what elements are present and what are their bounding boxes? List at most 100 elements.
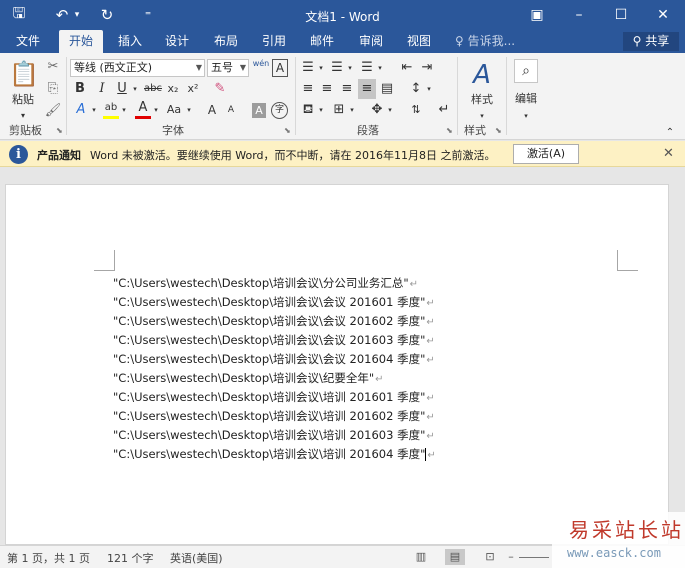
- copy-icon[interactable]: ⎘: [44, 80, 62, 98]
- change-case-dropdown-icon[interactable]: ▾: [185, 101, 193, 119]
- change-case-icon[interactable]: Aa: [164, 101, 184, 119]
- tab-home[interactable]: 开始: [59, 30, 103, 53]
- editing-dropdown-icon[interactable]: ▾: [521, 107, 531, 125]
- tab-mailings[interactable]: 邮件: [300, 30, 344, 53]
- strikethrough-button[interactable]: abc: [143, 80, 163, 98]
- tab-view[interactable]: 视图: [397, 30, 441, 53]
- shrink-font-icon[interactable]: A: [224, 101, 238, 119]
- document-line[interactable]: "C:\Users\westech\Desktop\培训会议\会议 201604…: [113, 350, 436, 369]
- character-border-icon[interactable]: A: [272, 59, 288, 77]
- tell-me-box[interactable]: ♀ 告诉我...: [455, 30, 515, 53]
- font-color-icon[interactable]: A: [135, 101, 151, 119]
- vertical-scrollbar[interactable]: [677, 167, 685, 545]
- maximize-button[interactable]: ☐: [600, 0, 642, 30]
- paste-icon[interactable]: 📋: [9, 59, 39, 89]
- text-effects-dropdown-icon[interactable]: ▾: [90, 101, 98, 119]
- phonetic-guide-icon[interactable]: wén: [252, 59, 270, 77]
- document-line[interactable]: "C:\Users\westech\Desktop\培训会议\会议 201603…: [113, 331, 436, 350]
- document-line[interactable]: "C:\Users\westech\Desktop\培训会议\培训 201604…: [113, 445, 436, 464]
- document-body[interactable]: "C:\Users\westech\Desktop\培训会议\分公司业务汇总"↵…: [113, 274, 436, 464]
- editing-button-label[interactable]: 编辑: [509, 90, 543, 106]
- close-button[interactable]: ✕: [642, 0, 684, 30]
- borders-icon[interactable]: ⊞: [331, 101, 347, 119]
- bold-button[interactable]: B: [73, 80, 87, 98]
- zoom-out-icon[interactable]: –: [506, 549, 516, 565]
- line-spacing-dropdown-icon[interactable]: ▾: [425, 80, 433, 98]
- bullets-icon[interactable]: ☰: [300, 59, 316, 77]
- numbering-dropdown-icon[interactable]: ▾: [346, 59, 354, 77]
- numbering-icon[interactable]: ☰: [329, 59, 345, 77]
- distributed-icon[interactable]: ▤: [379, 80, 395, 98]
- page-count[interactable]: 第 1 页，共 1 页: [7, 550, 90, 566]
- subscript-button[interactable]: x₂: [165, 80, 181, 98]
- clipboard-launcher-icon[interactable]: ⬊: [56, 126, 63, 135]
- tab-references[interactable]: 引用: [252, 30, 296, 53]
- document-page[interactable]: "C:\Users\westech\Desktop\培训会议\分公司业务汇总"↵…: [5, 184, 669, 545]
- ribbon-display-options-button[interactable]: ▣: [516, 0, 558, 30]
- highlight-color-icon[interactable]: ab: [103, 101, 119, 119]
- tab-review[interactable]: 审阅: [349, 30, 393, 53]
- align-right-icon[interactable]: ≡: [339, 80, 355, 98]
- print-layout-icon[interactable]: ▤: [445, 549, 465, 565]
- tab-design[interactable]: 设计: [155, 30, 199, 53]
- shading-dropdown-icon[interactable]: ▾: [317, 101, 325, 119]
- document-line[interactable]: "C:\Users\westech\Desktop\培训会议\培训 201603…: [113, 426, 436, 445]
- styles-launcher-icon[interactable]: ⬊: [495, 126, 502, 135]
- activate-button[interactable]: 激活(A): [513, 144, 579, 164]
- cut-icon[interactable]: ✂: [44, 58, 62, 76]
- enclose-characters-icon[interactable]: 字: [271, 102, 288, 119]
- styles-button-label[interactable]: 样式: [462, 91, 502, 107]
- borders-dropdown-icon[interactable]: ▾: [348, 101, 356, 119]
- document-line[interactable]: "C:\Users\westech\Desktop\培训会议\会议 201602…: [113, 312, 436, 331]
- character-shading-icon[interactable]: A: [252, 103, 266, 118]
- web-layout-icon[interactable]: ⊡: [480, 549, 500, 565]
- document-line[interactable]: "C:\Users\westech\Desktop\培训会议\会议 201601…: [113, 293, 436, 312]
- underline-dropdown-icon[interactable]: ▾: [131, 80, 139, 98]
- share-button[interactable]: ⚲ 共享: [623, 32, 679, 51]
- format-painter-icon[interactable]: 🖌: [44, 102, 62, 120]
- tab-file[interactable]: 文件: [6, 30, 50, 53]
- document-line[interactable]: "C:\Users\westech\Desktop\培训会议\纪要全年"↵: [113, 369, 436, 388]
- underline-button[interactable]: U: [115, 80, 129, 98]
- chinese-layout-icon[interactable]: ✥: [369, 101, 385, 119]
- align-center-icon[interactable]: ≡: [319, 80, 335, 98]
- line-spacing-icon[interactable]: ↕: [408, 80, 424, 98]
- clear-formatting-icon[interactable]: ✎: [212, 80, 228, 98]
- shading-icon[interactable]: ⛾: [300, 101, 316, 119]
- search-icon[interactable]: ⌕: [514, 59, 538, 83]
- read-mode-icon[interactable]: ▥: [411, 549, 431, 565]
- chinese-layout-dropdown-icon[interactable]: ▾: [386, 101, 394, 119]
- document-line[interactable]: "C:\Users\westech\Desktop\培训会议\培训 201602…: [113, 407, 436, 426]
- italic-button[interactable]: I: [95, 80, 109, 98]
- minimize-button[interactable]: –: [558, 0, 600, 30]
- decrease-indent-icon[interactable]: ⇤: [399, 59, 415, 77]
- show-marks-icon[interactable]: ↵: [437, 101, 451, 119]
- tab-insert[interactable]: 插入: [108, 30, 152, 53]
- font-size-select[interactable]: 五号 ▼: [207, 59, 249, 77]
- font-launcher-icon[interactable]: ⬊: [284, 126, 291, 135]
- justify-icon[interactable]: ≡: [358, 79, 376, 99]
- tab-layout[interactable]: 布局: [204, 30, 248, 53]
- paragraph-launcher-icon[interactable]: ⬊: [446, 126, 453, 135]
- highlight-dropdown-icon[interactable]: ▾: [120, 101, 128, 119]
- superscript-button[interactable]: x²: [185, 80, 201, 98]
- text-effects-icon[interactable]: A: [73, 101, 89, 119]
- close-icon[interactable]: ✕: [663, 146, 674, 161]
- styles-icon[interactable]: A: [466, 59, 498, 91]
- word-count[interactable]: 121 个字: [107, 550, 154, 566]
- multilevel-dropdown-icon[interactable]: ▾: [376, 59, 384, 77]
- zoom-slider[interactable]: [519, 557, 549, 558]
- document-line[interactable]: "C:\Users\westech\Desktop\培训会议\培训 201601…: [113, 388, 436, 407]
- collapse-ribbon-icon[interactable]: ⌃: [663, 124, 677, 142]
- bullets-dropdown-icon[interactable]: ▾: [317, 59, 325, 77]
- grow-font-icon[interactable]: A: [205, 101, 219, 119]
- language-indicator[interactable]: 英语(美国): [170, 550, 223, 566]
- increase-indent-icon[interactable]: ⇥: [419, 59, 435, 77]
- font-family-select[interactable]: 等线 (西文正文) ▼: [70, 59, 205, 77]
- document-line[interactable]: "C:\Users\westech\Desktop\培训会议\分公司业务汇总"↵: [113, 274, 436, 293]
- paste-label[interactable]: 粘贴: [8, 91, 38, 107]
- sort-icon[interactable]: ⇅: [408, 101, 424, 119]
- font-color-dropdown-icon[interactable]: ▾: [152, 101, 160, 119]
- align-left-icon[interactable]: ≡: [300, 80, 316, 98]
- multilevel-list-icon[interactable]: ☰: [359, 59, 375, 77]
